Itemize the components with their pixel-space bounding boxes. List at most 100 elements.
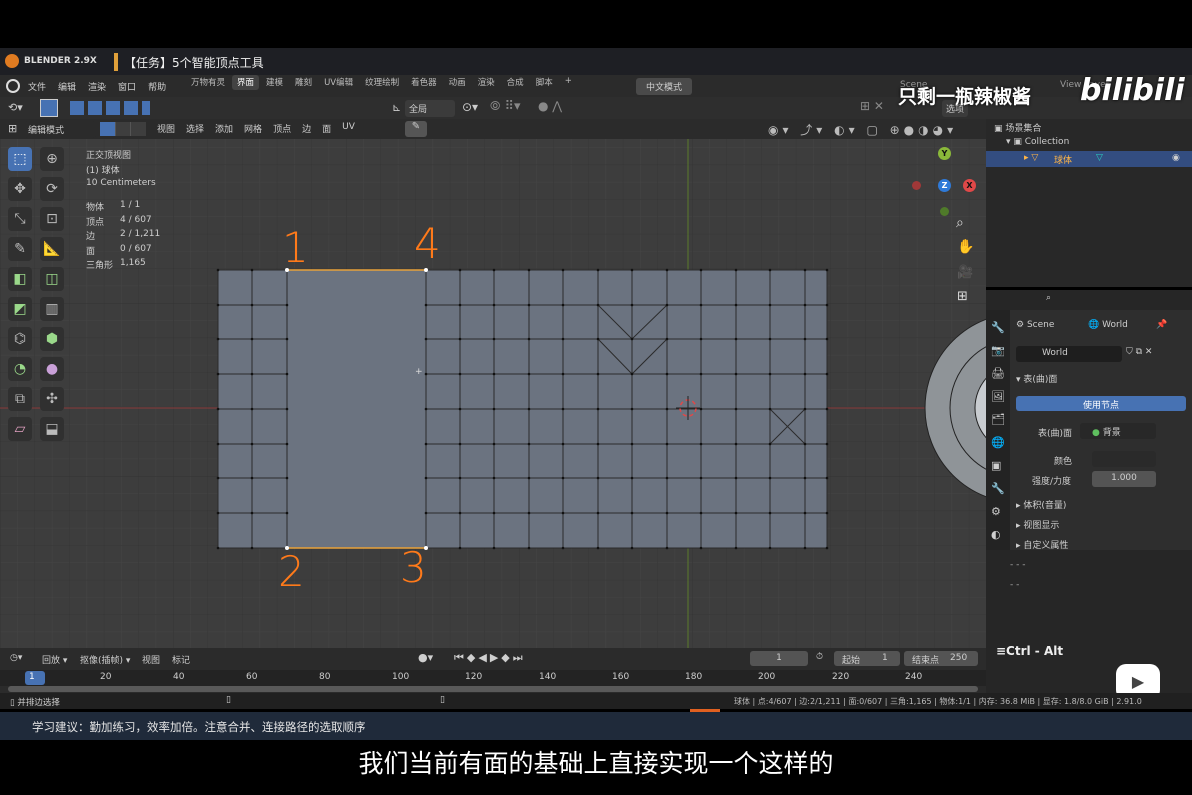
annotate-tool-icon[interactable]: ✎ (8, 237, 32, 261)
mesh-vertex[interactable] (768, 303, 772, 307)
mesh-vertex[interactable] (250, 268, 254, 272)
pivot-icon[interactable]: ⊙▾ (462, 100, 478, 114)
record-button[interactable]: ●▾ (418, 651, 433, 664)
mesh-vertex[interactable] (699, 511, 703, 515)
select-mode-toggles[interactable] (100, 122, 146, 136)
mesh-vertex[interactable] (665, 268, 669, 272)
mesh-vertex[interactable] (803, 476, 807, 480)
mesh-vertex[interactable] (216, 442, 220, 446)
mesh-vertex[interactable] (825, 372, 829, 376)
mesh-vertex[interactable] (285, 442, 289, 446)
mesh-vertex[interactable] (285, 476, 289, 480)
mesh-vertex[interactable] (734, 303, 738, 307)
mesh-vertex[interactable] (458, 303, 462, 307)
playback-menu[interactable]: 回放 ▾ (42, 653, 67, 666)
mesh-vertex[interactable] (768, 476, 772, 480)
mesh-vertex[interactable] (630, 476, 634, 480)
mesh-vertex[interactable] (665, 511, 669, 515)
mesh-vertex[interactable] (734, 511, 738, 515)
menu-window[interactable]: 窗口 (118, 80, 136, 93)
add-workspace-button[interactable]: + (560, 75, 577, 90)
mesh-vertex[interactable] (825, 303, 829, 307)
mode-select[interactable]: 编辑模式 (24, 121, 96, 138)
mesh-vertex[interactable] (803, 372, 807, 376)
menu-select[interactable]: 选择 (186, 122, 204, 135)
mesh-vertex[interactable] (825, 546, 829, 550)
shrink-tool-icon[interactable]: ✣ (40, 387, 64, 411)
mesh-vertex[interactable] (458, 337, 462, 341)
mesh-vertex[interactable] (596, 337, 600, 341)
mesh-vertex[interactable] (527, 303, 531, 307)
world-actions[interactable]: ⛉ ⧉ ✕ (1126, 347, 1152, 357)
mesh-vertex[interactable] (665, 337, 669, 341)
mesh-vertex[interactable] (768, 372, 772, 376)
camera-icon[interactable]: 🎥 (957, 265, 973, 280)
mesh-vertex[interactable] (492, 476, 496, 480)
mesh-vertex[interactable] (492, 337, 496, 341)
mesh-vertex[interactable] (458, 511, 462, 515)
mesh-vertex[interactable] (458, 372, 462, 376)
marker-menu[interactable]: 标记 (172, 653, 190, 666)
mesh-vertex[interactable] (699, 268, 703, 272)
select-tool-icon[interactable]: ⬚ (8, 147, 32, 171)
mesh-vertex[interactable] (216, 337, 220, 341)
mesh-vertex[interactable] (250, 476, 254, 480)
mesh-vertex[interactable] (596, 442, 600, 446)
cursor-tool-icon[interactable]: ⊕ (40, 147, 64, 171)
mesh-vertex[interactable] (825, 511, 829, 515)
mesh-vertex[interactable] (803, 337, 807, 341)
tab-scripting[interactable]: 脚本 (531, 75, 558, 90)
mesh-vertex[interactable] (458, 442, 462, 446)
mesh-vertex[interactable] (825, 442, 829, 446)
mesh-vertex[interactable] (250, 372, 254, 376)
mesh-vertex[interactable] (492, 511, 496, 515)
mesh-vertex[interactable] (825, 337, 829, 341)
mesh-vertex[interactable] (630, 268, 634, 272)
mesh-vertex[interactable] (768, 511, 772, 515)
mesh-vertex[interactable] (699, 337, 703, 341)
mesh-vertex[interactable] (665, 303, 669, 307)
mesh-vertex[interactable] (825, 407, 829, 411)
tab-rendering[interactable]: 渲染 (473, 75, 500, 90)
tab-texture-paint[interactable]: 纹理绘制 (360, 75, 404, 90)
menu-edit[interactable]: 编辑 (58, 80, 76, 93)
mesh-vertex[interactable] (630, 511, 634, 515)
pin-icon[interactable]: 📌 (1156, 320, 1167, 330)
proportional-edit-icon[interactable]: ● ⋀ (538, 99, 562, 113)
tab-shading[interactable]: 着色器 (406, 75, 442, 90)
mesh-vertex[interactable] (561, 546, 565, 550)
mesh-vertex[interactable] (803, 268, 807, 272)
menu-help[interactable]: 帮助 (148, 80, 166, 93)
surface-section-header[interactable]: ▾ 表(曲)面 (1016, 372, 1057, 385)
mesh-vertex[interactable] (424, 337, 428, 341)
extrude-tool-icon[interactable]: ◧ (8, 267, 32, 291)
mesh-vertex[interactable] (665, 407, 669, 411)
mesh-vertex[interactable] (734, 476, 738, 480)
mesh-vertex[interactable] (250, 511, 254, 515)
mesh-vertex[interactable] (527, 546, 531, 550)
gizmo-x-axis[interactable]: X (963, 179, 976, 192)
mesh-vertex[interactable] (803, 442, 807, 446)
mesh-vertex[interactable] (825, 476, 829, 480)
mesh-vertex[interactable] (561, 407, 565, 411)
mesh-vertex[interactable] (561, 303, 565, 307)
mesh-vertex[interactable] (630, 546, 634, 550)
mesh-vertex[interactable] (699, 476, 703, 480)
mesh-vertex[interactable] (825, 268, 829, 272)
mesh-vertex[interactable] (596, 268, 600, 272)
move-tool-icon[interactable]: ✥ (8, 177, 32, 201)
mesh-vertex[interactable] (596, 303, 600, 307)
blender-menu-icon[interactable] (6, 79, 20, 93)
edge-slide-tool-icon[interactable]: ⧉ (8, 387, 32, 411)
mesh-vertex[interactable] (458, 476, 462, 480)
mesh-vertex[interactable] (527, 268, 531, 272)
mesh-vertex[interactable] (596, 546, 600, 550)
mesh-vertex[interactable] (216, 407, 220, 411)
pan-hand-icon[interactable]: ✋ (957, 239, 974, 255)
mesh-vertex[interactable] (527, 407, 531, 411)
mesh-vertex[interactable] (424, 442, 428, 446)
timeline-view-menu[interactable]: 视图 (142, 653, 160, 666)
mesh-vertex[interactable] (285, 303, 289, 307)
mesh-vertex[interactable] (424, 511, 428, 515)
mesh-vertex[interactable] (803, 407, 807, 411)
